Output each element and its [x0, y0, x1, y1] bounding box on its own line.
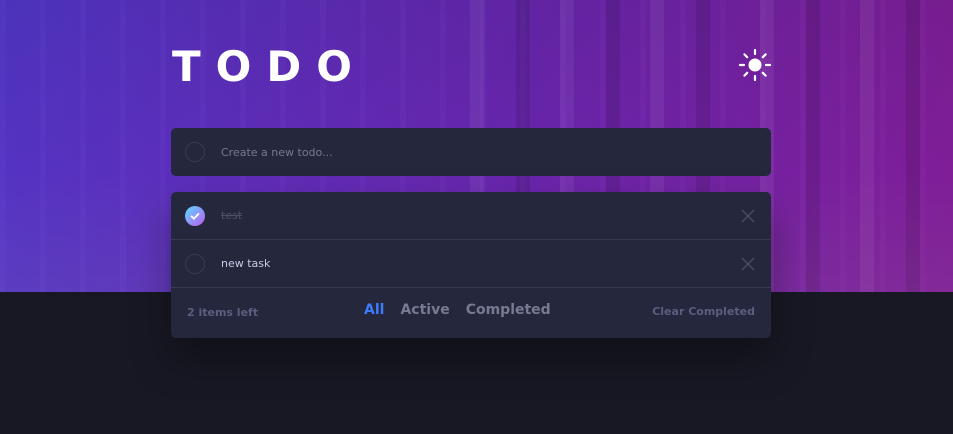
delete-todo-icon[interactable]: [741, 209, 755, 223]
todo-footer: 2 items left All Active Completed Clear …: [171, 288, 771, 337]
new-todo-card: [171, 128, 771, 176]
filter-tabs: All Active Completed: [364, 302, 551, 318]
app-title: TODO: [172, 42, 367, 91]
todo-checkbox-checked[interactable]: [185, 205, 205, 226]
todo-checkbox[interactable]: [185, 253, 205, 274]
new-todo-checkbox[interactable]: [185, 142, 205, 162]
filter-active[interactable]: Active: [400, 302, 449, 318]
check-icon: [190, 212, 200, 220]
todo-text: test: [221, 209, 243, 222]
todo-item: new task: [171, 240, 771, 288]
sun-icon: [738, 48, 772, 82]
todo-list: test new task 2 items left All Active Co…: [171, 192, 771, 338]
delete-todo-icon[interactable]: [741, 257, 755, 271]
items-left-count: 2 items left: [187, 306, 259, 319]
filter-completed[interactable]: Completed: [466, 302, 551, 318]
filter-all[interactable]: All: [364, 302, 384, 318]
new-todo-input[interactable]: [221, 137, 741, 167]
clear-completed-button[interactable]: Clear Completed: [652, 305, 755, 318]
todo-text: new task: [221, 257, 271, 270]
todo-item: test: [171, 192, 771, 240]
theme-toggle-button[interactable]: [737, 47, 773, 83]
